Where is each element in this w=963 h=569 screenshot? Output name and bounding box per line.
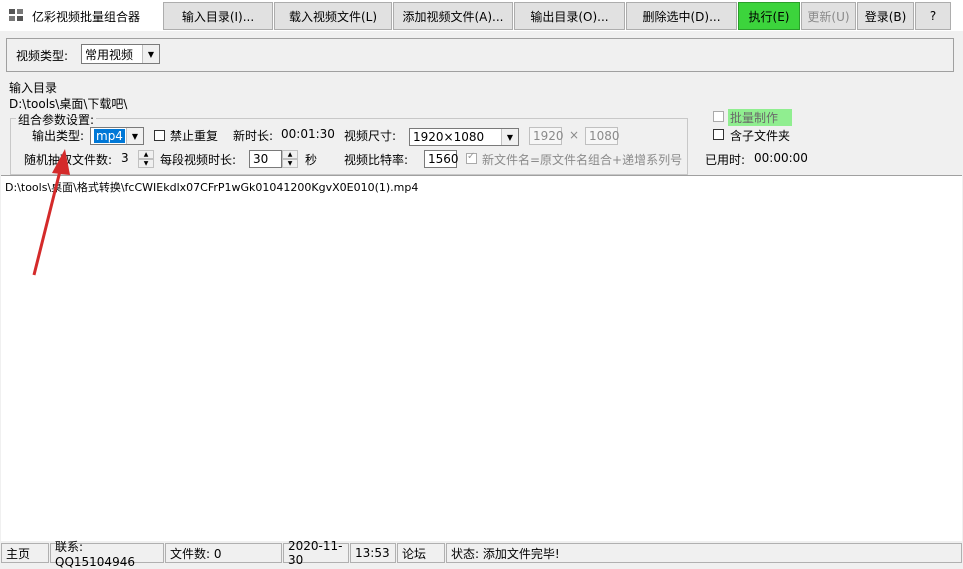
batch-label: 批量制作: [728, 109, 793, 126]
add-files-button[interactable]: 添加视频文件(A)...: [393, 2, 513, 30]
video-type-select[interactable]: 常用视频 ▼: [81, 44, 160, 64]
video-type-label: 视频类型:: [16, 49, 69, 63]
status-forum-link[interactable]: 论坛: [397, 543, 445, 563]
subfolder-label: 含子文件夹: [730, 129, 791, 143]
status-time: 13:53: [350, 543, 396, 563]
delete-selected-button[interactable]: 删除选中(D)...: [626, 2, 737, 30]
elapsed-label: 已用时:: [705, 153, 746, 167]
help-button[interactable]: ?: [915, 2, 951, 30]
subfolder-checkbox[interactable]: [713, 129, 724, 140]
chevron-down-icon: ▼: [126, 128, 143, 144]
annotation-arrow-icon: [32, 149, 70, 276]
execute-button[interactable]: 执行(E): [738, 2, 800, 30]
chevron-down-icon: ▼: [501, 129, 518, 145]
window-title: 亿彩视频批量组合器: [32, 10, 141, 24]
video-size-select[interactable]: 1920×1080 ▼: [409, 128, 519, 146]
random-count-value: 3: [121, 151, 129, 165]
load-files-button[interactable]: 载入视频文件(L): [274, 2, 392, 30]
status-contact: 联系: QQ15104946: [50, 540, 164, 569]
times-sign: ×: [569, 128, 580, 142]
update-button[interactable]: 更新(U): [801, 2, 856, 30]
output-dir-button[interactable]: 输出目录(O)...: [514, 2, 625, 30]
segment-duration-label: 每段视频时长:: [160, 153, 237, 167]
chevron-down-icon[interactable]: ▼: [138, 159, 154, 168]
video-size-label: 视频尺寸:: [344, 129, 397, 143]
status-home-link[interactable]: 主页: [1, 543, 49, 563]
app-logo-icon: [9, 9, 23, 21]
login-button[interactable]: 登录(B): [857, 2, 914, 30]
status-state: 状态: 添加文件完毕!: [446, 543, 962, 563]
chevron-down-icon[interactable]: ▼: [282, 159, 298, 168]
video-size-value: 1920×1080: [413, 130, 485, 144]
elapsed-value: 00:00:00: [754, 151, 808, 165]
naming-checkbox[interactable]: ✓: [466, 151, 477, 164]
new-duration-label: 新时长:: [233, 129, 274, 143]
output-type-value: mp4: [94, 129, 125, 143]
status-date: 2020-11-30: [283, 539, 349, 567]
input-dir-button[interactable]: 输入目录(I)...: [163, 2, 273, 30]
new-duration-value: 00:01:30: [281, 127, 335, 141]
random-count-stepper[interactable]: ▲ ▼: [138, 150, 154, 168]
segment-duration-stepper[interactable]: ▲ ▼: [282, 150, 298, 168]
height-input[interactable]: 1080: [585, 127, 620, 145]
video-type-value: 常用视频: [85, 47, 134, 62]
chevron-down-icon: ▼: [142, 45, 159, 63]
bitrate-input[interactable]: 1560: [424, 150, 459, 168]
batch-checkbox[interactable]: [713, 111, 724, 122]
input-dir-path: D:\tools\桌面\下载吧\: [9, 97, 128, 111]
file-list[interactable]: D:\tools\桌面\格式转换\fcCWIEkdlx07CFrP1wGk010…: [1, 175, 962, 541]
chevron-up-icon[interactable]: ▲: [282, 150, 298, 159]
naming-label: 新文件名=原文件名组合+递增系列号: [482, 153, 683, 167]
seconds-unit: 秒: [305, 153, 318, 167]
output-type-label: 输出类型:: [32, 129, 85, 143]
segment-duration-input[interactable]: 30: [249, 150, 282, 168]
bitrate-label: 视频比特率:: [344, 153, 409, 167]
no-repeat-checkbox[interactable]: [154, 130, 165, 141]
no-repeat-label: 禁止重复: [170, 129, 219, 143]
params-group-title: 组合参数设置:: [16, 111, 97, 128]
chevron-up-icon[interactable]: ▲: [138, 150, 154, 159]
status-file-count: 文件数: 0: [165, 543, 282, 563]
input-dir-label: 输入目录: [9, 81, 58, 95]
width-input[interactable]: 1920: [529, 127, 564, 145]
output-type-select[interactable]: mp4 ▼: [90, 127, 144, 145]
